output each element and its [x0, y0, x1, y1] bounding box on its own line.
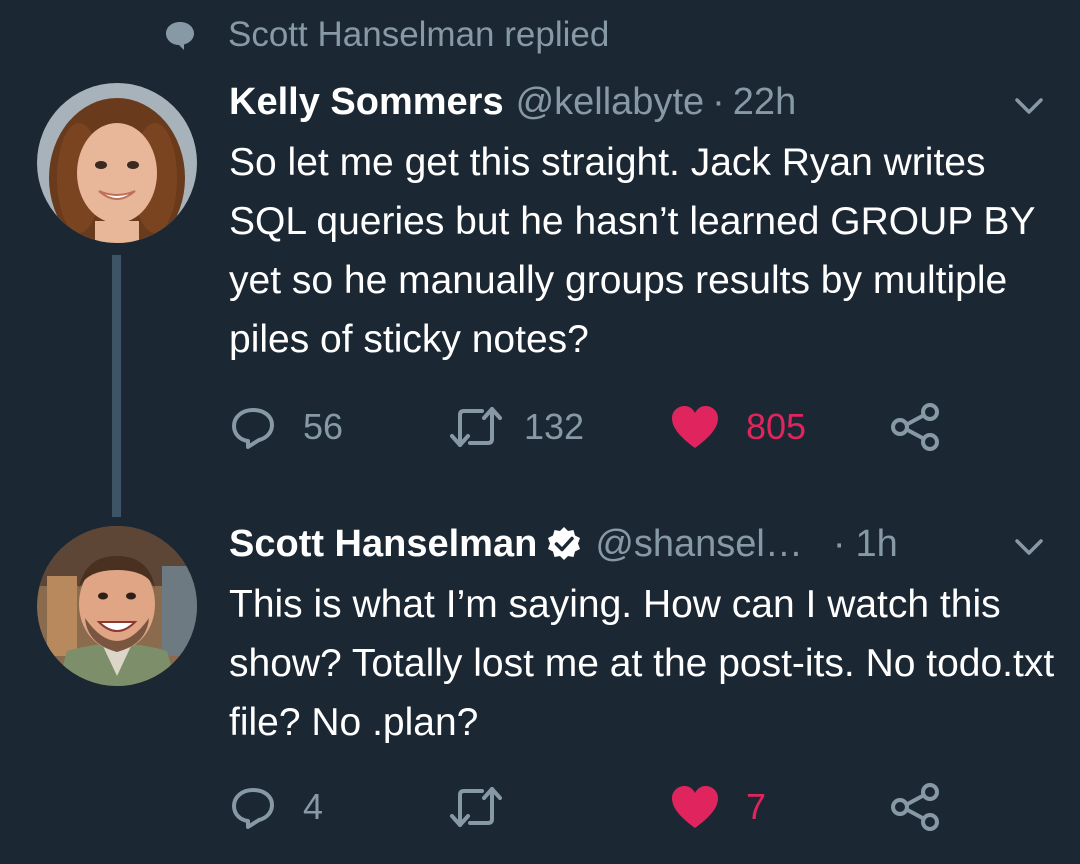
share-button[interactable]: [890, 402, 940, 452]
separator-dot: ·: [712, 80, 725, 123]
reply-icon: [229, 783, 277, 831]
author-handle[interactable]: @shansel…: [595, 523, 803, 566]
heart-icon: [670, 404, 720, 450]
tweet-text: This is what I’m saying. How can I watch…: [229, 583, 1055, 744]
tweet-header: Kelly Sommers @kellabyte · 22h: [229, 77, 796, 127]
share-icon: [890, 403, 940, 451]
chevron-down-icon[interactable]: [1011, 529, 1047, 565]
like-count: 7: [746, 786, 767, 827]
thread-connector-line: [112, 255, 121, 517]
retweet-count: 132: [524, 406, 585, 447]
tweet-timestamp[interactable]: 1h: [856, 523, 898, 566]
tweet-actions: 56 132 805: [229, 402, 949, 452]
reply-count: 4: [303, 786, 324, 827]
like-button[interactable]: 805: [670, 402, 806, 452]
tweet-text: So let me get this straight. Jack Ryan w…: [229, 141, 1035, 361]
reply-icon: [229, 403, 277, 451]
avatar[interactable]: [37, 83, 197, 243]
verified-badge-icon: [545, 525, 583, 563]
reply-count: 56: [303, 406, 344, 447]
retweet-button[interactable]: 132: [450, 402, 584, 452]
avatar[interactable]: [37, 526, 197, 686]
social-context-label: Scott Hanselman replied: [228, 15, 610, 54]
chevron-down-icon[interactable]: [1011, 88, 1047, 124]
reply-button[interactable]: 56: [229, 402, 343, 452]
author-handle[interactable]: @kellabyte: [516, 81, 705, 124]
reply-button[interactable]: 4: [229, 782, 323, 832]
tweet-header: Scott Hanselman @shansel… · 1h: [229, 519, 898, 569]
share-button[interactable]: [890, 782, 940, 832]
speech-bubble-icon: [160, 15, 200, 55]
tweet-timestamp[interactable]: 22h: [733, 81, 796, 124]
like-count: 805: [746, 406, 807, 447]
separator-dot: ·: [832, 522, 846, 565]
author-name[interactable]: Kelly Sommers: [229, 81, 504, 124]
retweet-icon: [450, 785, 502, 829]
author-name[interactable]: Scott Hanselman: [229, 523, 537, 566]
share-icon: [890, 783, 940, 831]
social-context[interactable]: Scott Hanselman replied: [160, 12, 609, 58]
like-button[interactable]: 7: [670, 782, 766, 832]
retweet-button[interactable]: [450, 782, 524, 832]
heart-icon: [670, 784, 720, 830]
retweet-icon: [450, 405, 502, 449]
tweet-actions: 4 7: [229, 782, 949, 832]
